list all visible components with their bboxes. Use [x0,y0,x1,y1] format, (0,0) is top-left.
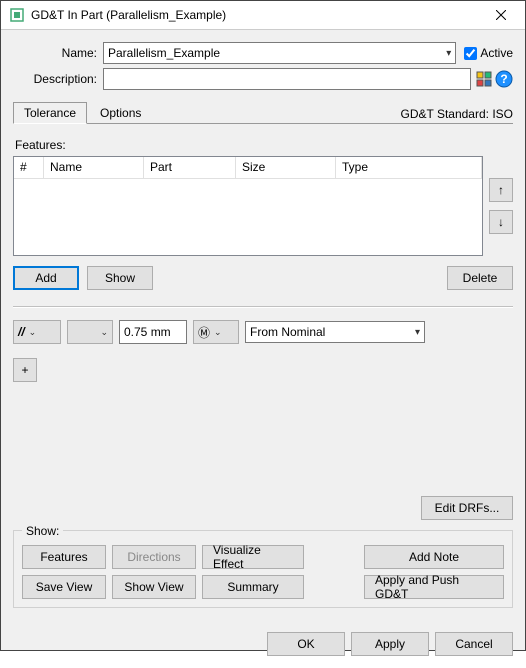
edit-drfs-button[interactable]: Edit DRFs... [421,496,513,520]
description-icons: ? [475,70,513,88]
description-row: Description: ? [13,68,513,90]
description-input[interactable] [103,68,471,90]
cancel-button[interactable]: Cancel [435,632,513,656]
arrow-down-icon: ↓ [498,215,504,229]
content-area: Name: Parallelism_Example ▾ Active Descr… [1,30,525,620]
reference-select[interactable]: From Nominal ▾ [245,321,425,343]
apply-push-button[interactable]: Apply and Push GD&T [364,575,504,599]
ok-button[interactable]: OK [267,632,345,656]
chevron-down-icon: ⌄ [100,327,108,338]
save-view-button[interactable]: Save View [22,575,106,599]
separator [13,306,513,308]
parallelism-icon: // [18,325,25,339]
dialog-window: GD&T In Part (Parallelism_Example) Name:… [0,0,526,651]
features-table[interactable]: # Name Part Size Type [13,156,483,256]
delete-button[interactable]: Delete [447,266,513,290]
features-button[interactable]: Features [22,545,106,569]
apply-button[interactable]: Apply [351,632,429,656]
standard-label: GD&T Standard: ISO [401,107,514,124]
help-icon[interactable]: ? [495,70,513,88]
chevron-down-icon: ▾ [415,327,420,338]
tolerance-row: // ⌄ ⌄ 0.75 mm Ⓜ ⌄ From Nominal ▾ [13,320,513,344]
arrow-up-icon: ↑ [498,183,504,197]
edit-drfs-row: Edit DRFs... [13,496,513,520]
features-buttons: Add Show Delete [13,266,513,290]
show-button[interactable]: Show [87,266,153,290]
chevron-down-icon: ⌄ [214,327,222,338]
move-down-button[interactable]: ↓ [489,210,513,234]
col-num[interactable]: # [14,157,44,179]
name-label: Name: [13,46,103,60]
svg-text:?: ? [500,72,507,86]
chevron-down-icon: ⌄ [29,327,37,338]
modifier-select[interactable]: Ⓜ ⌄ [193,320,239,344]
name-row: Name: Parallelism_Example ▾ Active [13,42,513,64]
close-button[interactable] [478,1,523,29]
col-type[interactable]: Type [336,157,482,179]
col-name[interactable]: Name [44,157,144,179]
grid-icon[interactable] [475,70,493,88]
titlebar: GD&T In Part (Parallelism_Example) [1,1,525,30]
app-icon [9,7,25,23]
window-title: GD&T In Part (Parallelism_Example) [31,8,478,22]
show-title: Show: [22,524,63,538]
col-part[interactable]: Part [144,157,236,179]
reorder-buttons: ↑ ↓ [489,156,513,256]
tolerance-value[interactable]: 0.75 mm [119,320,187,344]
show-grid: Features Directions Visualize Effect Add… [22,545,504,599]
zone-select[interactable]: ⌄ [67,320,113,344]
name-combo[interactable]: Parallelism_Example ▾ [103,42,456,64]
tab-tolerance[interactable]: Tolerance [13,102,87,124]
features-title: Features: [15,138,513,152]
tab-strip: Tolerance Options GD&T Standard: ISO [13,102,513,124]
add-note-button[interactable]: Add Note [364,545,504,569]
summary-button[interactable]: Summary [202,575,304,599]
move-up-button[interactable]: ↑ [489,178,513,202]
features-table-wrap: # Name Part Size Type ↑ ↓ [13,156,513,256]
add-frame-button[interactable]: + [13,358,37,382]
show-view-button[interactable]: Show View [112,575,196,599]
active-label: Active [480,46,513,60]
symbol-select[interactable]: // ⌄ [13,320,61,344]
modifier-icon: Ⓜ [198,324,210,341]
directions-button[interactable]: Directions [112,545,196,569]
reference-value: From Nominal [250,325,325,339]
chevron-down-icon: ▾ [446,48,451,59]
show-group: Show: Features Directions Visualize Effe… [13,530,513,608]
active-checkbox[interactable]: Active [464,46,513,60]
features-table-head: # Name Part Size Type [14,157,482,179]
features-group: Features: # Name Part Size Type ↑ ↓ [13,132,513,520]
dialog-buttons: OK Apply Cancel [1,620,525,668]
description-label: Description: [13,72,103,86]
col-size[interactable]: Size [236,157,336,179]
add-button[interactable]: Add [13,266,79,290]
tab-options[interactable]: Options [89,102,152,124]
name-value: Parallelism_Example [108,46,220,60]
active-checkbox-input[interactable] [464,47,477,60]
visualize-effect-button[interactable]: Visualize Effect [202,545,304,569]
